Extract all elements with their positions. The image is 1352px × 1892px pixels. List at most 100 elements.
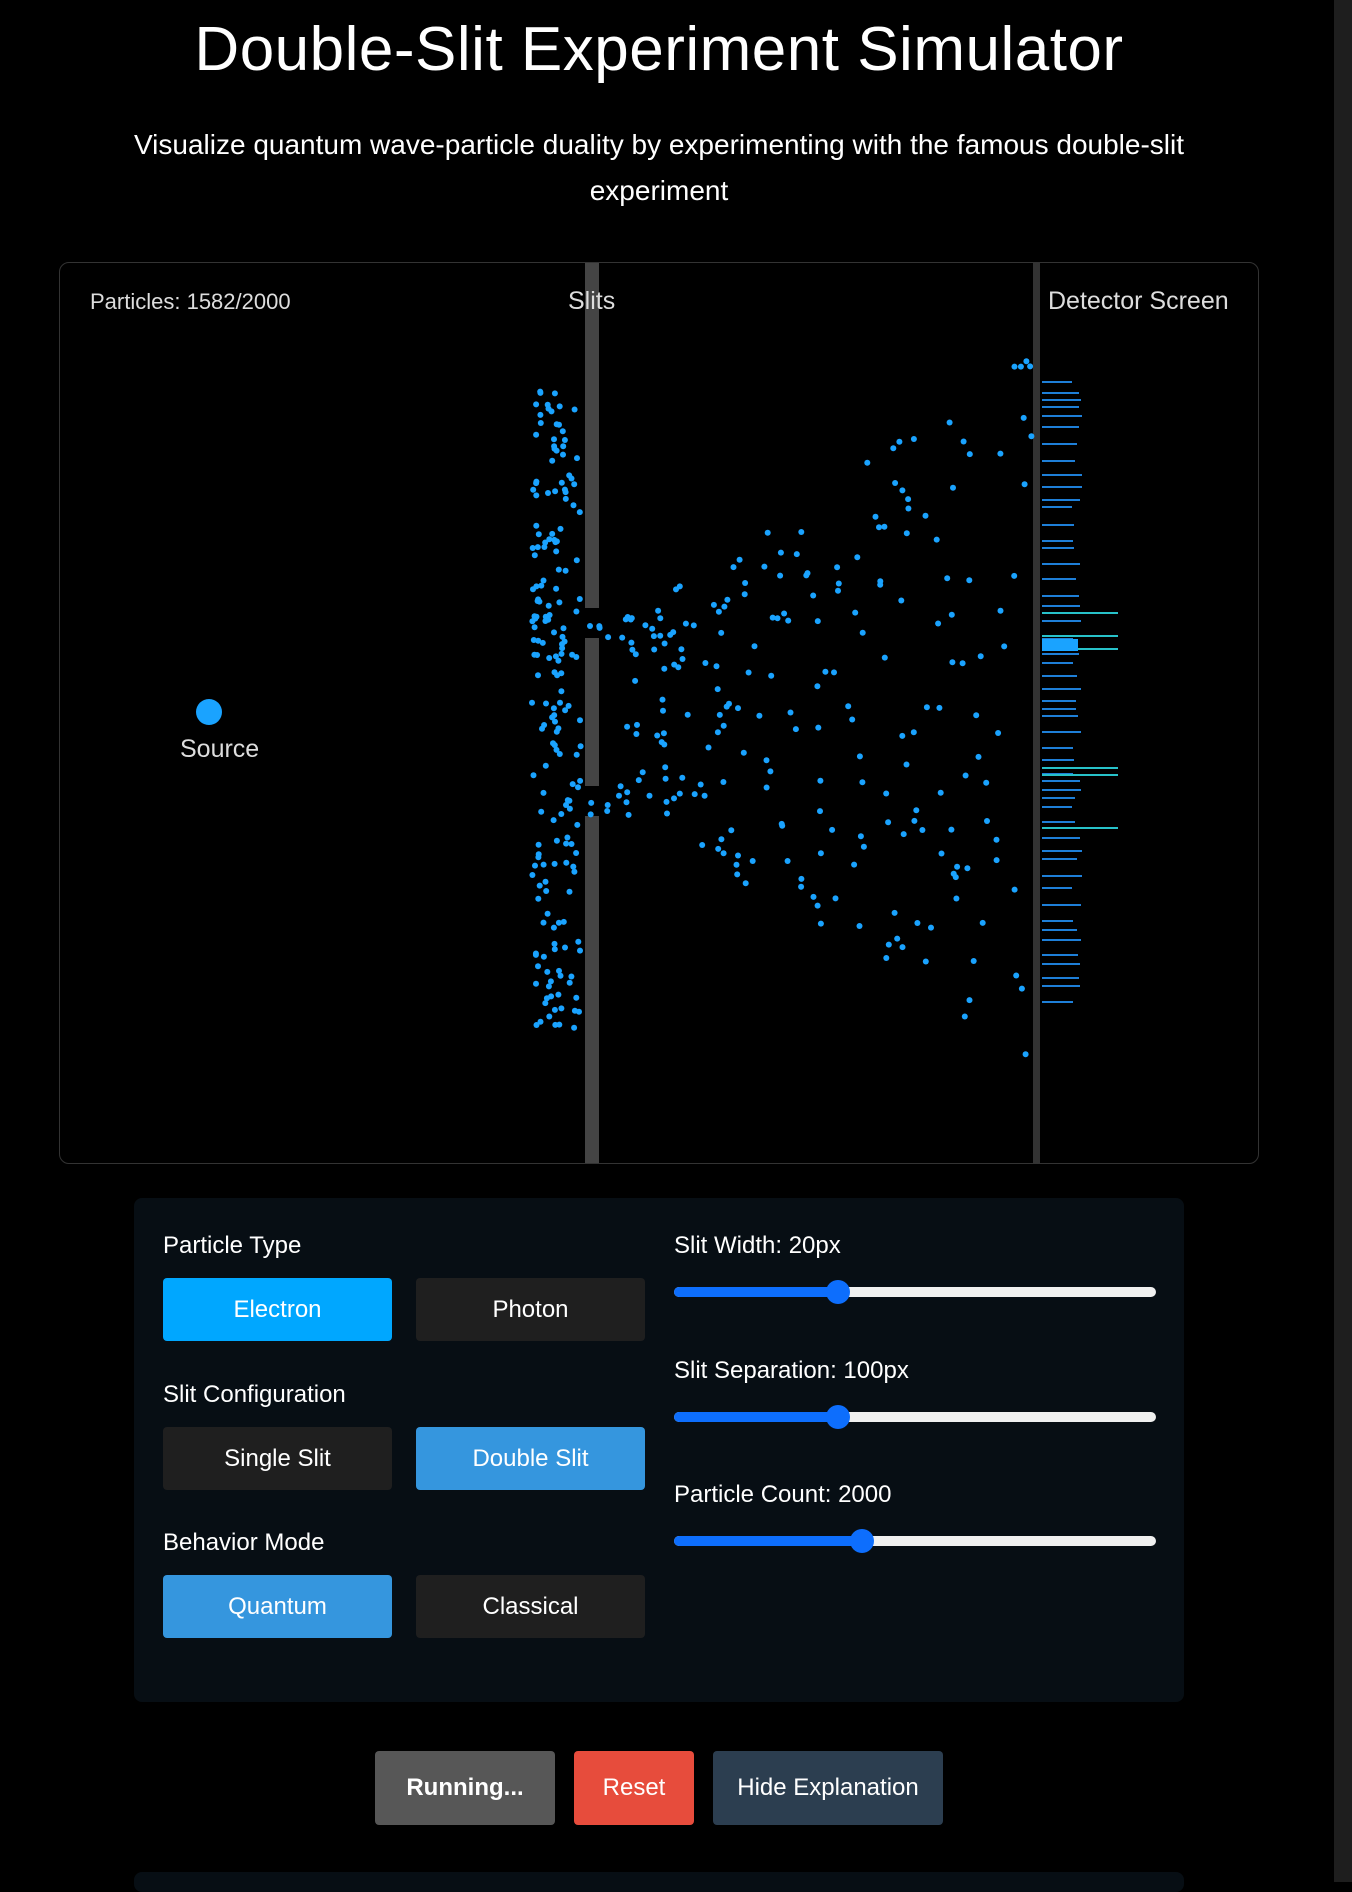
particle-dot <box>541 722 548 728</box>
particle-dot <box>787 709 794 716</box>
particle-dot <box>903 761 910 768</box>
particle-dot <box>815 724 822 731</box>
particle-dot <box>883 790 890 797</box>
particle-dot <box>859 779 866 786</box>
particle-dot <box>960 438 967 445</box>
particle-dot <box>832 895 839 902</box>
particle-dot <box>576 596 583 602</box>
particle-dot <box>856 923 863 929</box>
particle-dot <box>894 935 901 942</box>
particle-dot <box>569 651 576 658</box>
particle-dot <box>549 530 556 537</box>
slit-separation-slider[interactable] <box>674 1405 1156 1429</box>
single-slit-button[interactable]: Single Slit <box>163 1427 392 1490</box>
particle-dot <box>534 652 541 658</box>
simulation-drawing <box>196 263 1118 1163</box>
particle-dot <box>859 629 866 636</box>
slider-thumb[interactable] <box>825 1405 850 1429</box>
slit-barrier-bottom <box>585 816 599 1163</box>
particle-dot <box>575 938 582 945</box>
particle-dot <box>553 837 560 844</box>
particle-dot <box>571 406 578 413</box>
detector-hit-line <box>1042 605 1080 607</box>
particle-dot <box>1001 643 1008 650</box>
slider-thumb[interactable] <box>825 1280 850 1304</box>
particle-dot <box>954 863 961 870</box>
detector-hit-line <box>1042 977 1079 979</box>
particle-dot <box>574 455 580 462</box>
page-subtitle: Visualize quantum wave-particle duality … <box>133 129 1185 206</box>
detector-hit-line <box>1042 426 1079 428</box>
particle-dot <box>540 861 547 868</box>
particle-dot <box>810 592 817 599</box>
particle-dot <box>663 798 670 805</box>
particle-dot <box>997 450 1004 457</box>
detector-hit-line <box>1042 929 1077 931</box>
particle-dot <box>564 834 571 841</box>
detector-hit-line <box>1042 381 1072 383</box>
particle-dot <box>1028 433 1035 440</box>
reset-button[interactable]: Reset <box>574 1751 694 1825</box>
particle-dot <box>634 721 640 728</box>
particle-dot <box>576 509 583 516</box>
particle-dot <box>740 749 747 756</box>
particle-dot <box>898 597 905 604</box>
particle-dot <box>899 944 906 951</box>
particle-dot <box>710 601 717 608</box>
particle-dot <box>623 799 630 806</box>
particle-dot <box>543 700 549 707</box>
detector-hit-line <box>1042 939 1081 941</box>
particle-dot <box>551 1006 558 1013</box>
particle-dot <box>568 475 575 482</box>
classical-button[interactable]: Classical <box>416 1575 645 1638</box>
particle-dot <box>984 818 990 824</box>
page-title: Double-Slit Experiment Simulator <box>194 15 1124 84</box>
particle-dot <box>633 731 640 737</box>
quantum-button[interactable]: Quantum <box>163 1575 392 1638</box>
electron-button[interactable]: Electron <box>163 1278 392 1341</box>
particle-count-slider[interactable] <box>674 1529 1156 1553</box>
particle-dot <box>679 774 686 781</box>
particle-dot <box>664 810 670 817</box>
particle-dot <box>605 634 612 641</box>
particle-dot <box>817 850 824 857</box>
run-button[interactable]: Running... <box>375 1751 555 1825</box>
particle-dot <box>662 764 669 771</box>
particle-dot <box>566 888 573 895</box>
particle-dot <box>559 428 566 435</box>
particle-dot <box>587 811 594 818</box>
particle-dot <box>604 802 611 808</box>
particle-dot <box>551 860 558 867</box>
particle-dot <box>1011 572 1018 579</box>
simulation-canvas: Particles: 1582/2000 Slits Detector Scre… <box>59 262 1259 1164</box>
particle-dot <box>550 817 557 824</box>
particle-dot <box>1021 481 1028 488</box>
particle-dot <box>891 909 898 916</box>
particle-dot <box>651 646 658 653</box>
particle-dot <box>948 826 955 833</box>
particle-dot <box>905 505 912 512</box>
particle-dot <box>531 624 538 631</box>
detector-hit-line <box>1042 858 1077 860</box>
particle-dot <box>587 623 593 629</box>
particle-dot <box>573 751 580 758</box>
slit-width-slider[interactable] <box>674 1280 1156 1304</box>
particle-dot <box>970 958 977 964</box>
particle-dot <box>922 958 929 965</box>
particle-dot <box>535 672 541 679</box>
particle-dot <box>751 643 758 650</box>
particle-dot <box>560 451 566 458</box>
particle-dot <box>835 587 841 594</box>
particle-dot <box>849 716 856 723</box>
scrollbar[interactable] <box>1334 0 1352 1882</box>
particle-dot <box>910 436 917 442</box>
detector-screen-label: Detector Screen <box>1048 287 1229 315</box>
double-slit-button[interactable]: Double Slit <box>416 1427 645 1490</box>
hide-explanation-button[interactable]: Hide Explanation <box>713 1751 943 1825</box>
particle-dot <box>793 551 800 558</box>
detector-hit-line <box>1042 780 1080 782</box>
slider-thumb[interactable] <box>849 1529 874 1553</box>
particle-dot <box>540 919 547 926</box>
photon-button[interactable]: Photon <box>416 1278 645 1341</box>
source-label: Source <box>180 735 260 763</box>
